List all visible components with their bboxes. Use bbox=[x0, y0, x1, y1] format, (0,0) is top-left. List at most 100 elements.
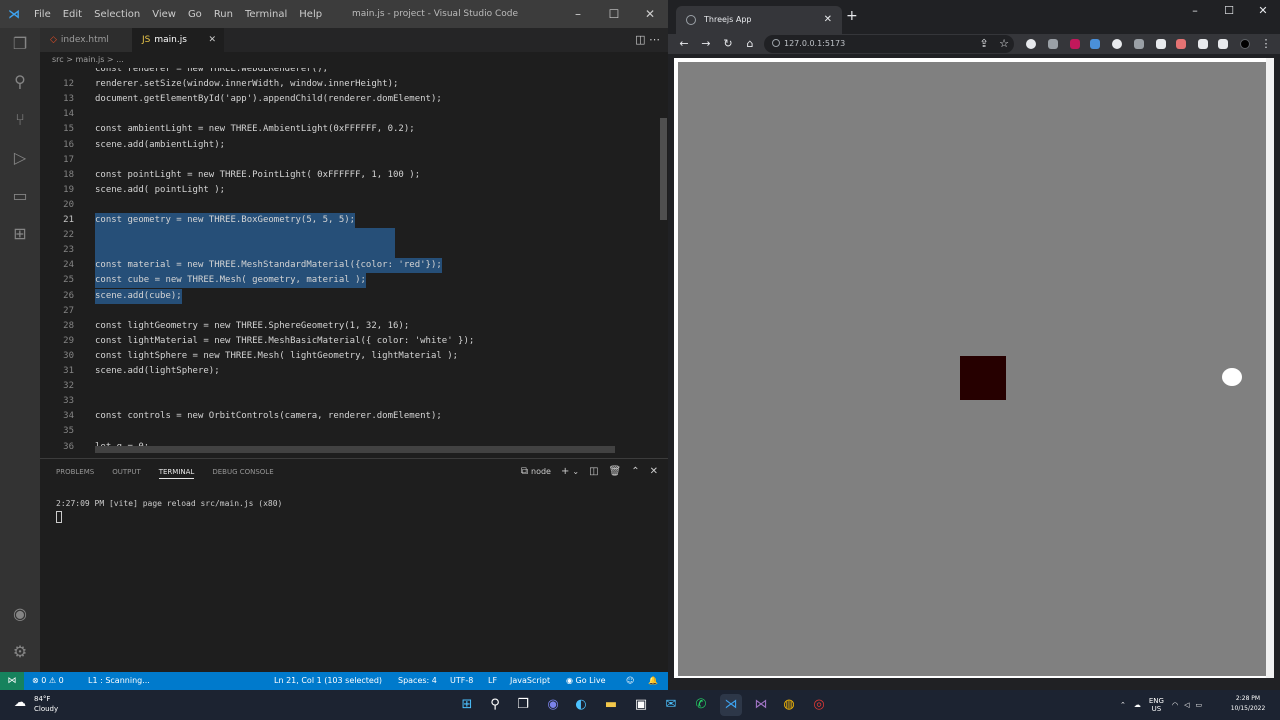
new-terminal-icon[interactable]: + bbox=[561, 466, 569, 477]
run-debug-icon[interactable]: ▷ bbox=[10, 148, 30, 168]
maximize-panel-icon[interactable]: ⌃ bbox=[631, 466, 639, 477]
close-window-button[interactable]: ✕ bbox=[632, 0, 668, 28]
code-line[interactable]: 26 scene.add(cube); bbox=[40, 288, 660, 304]
indentation-status[interactable]: Spaces: 4 bbox=[398, 672, 437, 690]
account-icon[interactable]: ◉ bbox=[10, 604, 30, 624]
code-line[interactable]: 22 bbox=[40, 228, 660, 244]
problems-status[interactable]: ⊗ 0 ⚠ 0 bbox=[32, 672, 64, 690]
scanning-status[interactable]: L1 : Scanning... bbox=[88, 672, 150, 690]
remote-indicator-icon[interactable]: ⋈ bbox=[0, 672, 24, 690]
language-mode[interactable]: JavaScript bbox=[510, 672, 550, 690]
browser-close-button[interactable]: ✕ bbox=[1248, 4, 1278, 24]
code-line[interactable]: 17 bbox=[40, 153, 660, 168]
edge-icon[interactable]: ◐ bbox=[570, 694, 592, 716]
code-line[interactable]: 32 bbox=[40, 379, 660, 394]
menu-go[interactable]: Go bbox=[188, 9, 202, 20]
extension-icon[interactable] bbox=[1134, 39, 1144, 49]
code-line[interactable]: 23 bbox=[40, 243, 660, 259]
visual-studio-icon[interactable]: ⋈ bbox=[750, 694, 772, 716]
extension-icon[interactable] bbox=[1048, 39, 1058, 49]
wifi-icon[interactable]: ◠ bbox=[1172, 701, 1178, 709]
settings-gear-icon[interactable]: ⚙ bbox=[10, 642, 30, 662]
notifications-icon[interactable]: 🔔 bbox=[648, 672, 658, 690]
new-tab-button[interactable]: + bbox=[846, 8, 858, 24]
chrome-icon[interactable]: ◍ bbox=[778, 694, 800, 716]
code-line[interactable]: 12 renderer.setSize(window.innerWidth, wi… bbox=[40, 77, 660, 92]
code-line[interactable]: 30 const lightSphere = new THREE.Mesh( li… bbox=[40, 349, 660, 364]
close-tab-icon[interactable]: ✕ bbox=[208, 28, 216, 52]
code-line[interactable]: 28 const lightGeometry = new THREE.Sphere… bbox=[40, 319, 660, 334]
tab-debug-console[interactable]: DEBUG CONSOLE bbox=[212, 465, 273, 479]
code-line[interactable]: 21 const geometry = new THREE.BoxGeometry… bbox=[40, 213, 660, 228]
code-line[interactable]: 14 bbox=[40, 107, 660, 122]
kill-terminal-icon[interactable]: 🗑 bbox=[609, 466, 622, 477]
explorer-icon[interactable]: ❐ bbox=[10, 34, 30, 54]
tab-main-js[interactable]: JS main.js ✕ bbox=[132, 28, 224, 52]
volume-icon[interactable]: ◁ bbox=[1184, 701, 1189, 709]
extensions-puzzle-icon[interactable] bbox=[1198, 39, 1208, 49]
clock[interactable]: 2:28 PM 10/15/2022 bbox=[1228, 694, 1268, 714]
close-tab-icon[interactable]: ✕ bbox=[824, 6, 832, 34]
tab-problems[interactable]: PROBLEMS bbox=[56, 465, 94, 479]
browser-maximize-button[interactable]: ☐ bbox=[1214, 4, 1244, 24]
split-terminal-icon[interactable]: ◫ bbox=[589, 466, 598, 477]
terminal-shell-label[interactable]: node bbox=[531, 467, 551, 476]
file-explorer-icon[interactable]: ▬ bbox=[600, 694, 622, 716]
extension-icon[interactable] bbox=[1026, 39, 1036, 49]
threejs-canvas[interactable] bbox=[678, 62, 1270, 676]
battery-icon[interactable]: ▭ bbox=[1195, 701, 1202, 709]
back-icon[interactable]: ← bbox=[676, 36, 692, 52]
code-line[interactable]: 35 bbox=[40, 424, 660, 439]
page-scrollbar[interactable] bbox=[1266, 58, 1274, 678]
tab-output[interactable]: OUTPUT bbox=[112, 465, 141, 479]
task-view-icon[interactable]: ❐ bbox=[512, 694, 534, 716]
search-icon[interactable]: ⚲ bbox=[10, 72, 30, 92]
code-line[interactable]: 25 const cube = new THREE.Mesh( geometry,… bbox=[40, 273, 660, 289]
editor-scroll-thumb[interactable] bbox=[660, 118, 667, 220]
code-line[interactable]: 27 bbox=[40, 304, 660, 319]
menu-file[interactable]: File bbox=[34, 9, 51, 20]
extensions-icon[interactable]: ⊞ bbox=[10, 224, 30, 244]
source-control-icon[interactable]: ⑂ bbox=[10, 110, 30, 130]
split-editor-icon[interactable]: ◫ ⋯ bbox=[635, 28, 660, 52]
whatsapp-icon[interactable]: ✆ bbox=[690, 694, 712, 716]
mail-icon[interactable]: ✉ bbox=[660, 694, 682, 716]
go-live-button[interactable]: ◉ Go Live bbox=[566, 672, 606, 690]
code-line[interactable]: 13 document.getElementById('app').appendC… bbox=[40, 92, 660, 107]
share-icon[interactable]: ⇪ bbox=[976, 36, 992, 52]
code-line[interactable]: 20 bbox=[40, 198, 660, 213]
code-editor[interactable]: const renderer = new THREE.WebGLRenderer… bbox=[40, 68, 660, 456]
code-line[interactable]: 16 scene.add(ambientLight); bbox=[40, 138, 660, 153]
menu-selection[interactable]: Selection bbox=[94, 9, 140, 20]
search-icon[interactable]: ⚲ bbox=[484, 694, 506, 716]
home-icon[interactable]: ⌂ bbox=[742, 36, 758, 52]
terminal-dropdown-icon[interactable]: ⌄ bbox=[572, 467, 579, 476]
start-menu-icon[interactable]: ⊞ bbox=[456, 694, 478, 716]
sidebar-icon[interactable] bbox=[1218, 39, 1228, 49]
code-line[interactable]: 19 scene.add( pointLight ); bbox=[40, 183, 660, 198]
browser-tab[interactable]: Threejs App ✕ bbox=[676, 6, 842, 34]
site-info-icon[interactable] bbox=[772, 39, 780, 47]
editor-horizontal-scrollbar[interactable] bbox=[95, 446, 615, 453]
chat-icon[interactable]: ◉ bbox=[542, 694, 564, 716]
profile-avatar[interactable] bbox=[1240, 39, 1250, 49]
browser-minimize-button[interactable]: – bbox=[1180, 4, 1210, 24]
code-line[interactable]: 18 const pointLight = new THREE.PointLigh… bbox=[40, 168, 660, 183]
minimize-button[interactable]: – bbox=[560, 0, 596, 28]
feedback-icon[interactable]: ☺ bbox=[626, 672, 634, 690]
code-line[interactable]: 29 const lightMaterial = new THREE.MeshBa… bbox=[40, 334, 660, 349]
language-indicator[interactable]: ENG US bbox=[1149, 697, 1164, 713]
menu-edit[interactable]: Edit bbox=[63, 9, 82, 20]
code-line[interactable]: 31 scene.add(lightSphere); bbox=[40, 364, 660, 379]
tab-index-html[interactable]: ◇ index.html bbox=[40, 28, 132, 52]
menu-view[interactable]: View bbox=[152, 9, 176, 20]
code-line[interactable]: const renderer = new THREE.WebGLRenderer… bbox=[40, 68, 660, 77]
close-panel-icon[interactable]: ✕ bbox=[650, 466, 658, 477]
extension-icon[interactable] bbox=[1090, 39, 1100, 49]
encoding-status[interactable]: UTF-8 bbox=[450, 672, 473, 690]
app-icon[interactable]: ◎ bbox=[808, 694, 830, 716]
extension-icon[interactable] bbox=[1070, 39, 1080, 49]
extension-icon[interactable] bbox=[1112, 39, 1122, 49]
breadcrumb[interactable]: src > main.js > ... bbox=[40, 52, 668, 68]
reload-icon[interactable]: ↻ bbox=[720, 36, 736, 52]
